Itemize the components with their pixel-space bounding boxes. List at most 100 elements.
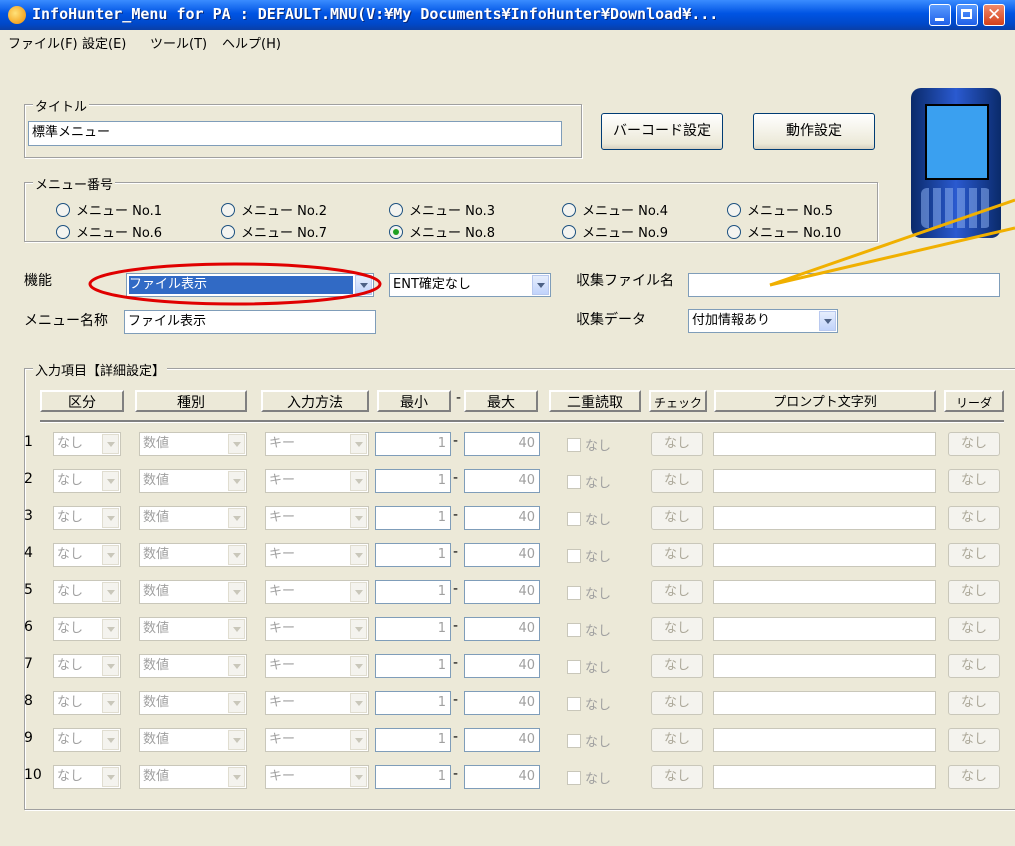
reader-button[interactable]: なし	[948, 617, 1000, 641]
method-select[interactable]: キー	[265, 691, 369, 715]
method-select[interactable]: キー	[265, 654, 369, 678]
radio-menu-8[interactable]: メニュー No.8	[389, 222, 495, 241]
kubun-select[interactable]: なし	[53, 617, 121, 641]
radio-menu-10[interactable]: メニュー No.10	[727, 222, 841, 241]
chevron-down-icon[interactable]	[350, 508, 367, 528]
app-icon[interactable]	[8, 6, 26, 24]
menu-file[interactable]: ファイル(F)	[8, 33, 78, 52]
header-type[interactable]: 種別	[135, 390, 247, 412]
chevron-down-icon[interactable]	[102, 434, 119, 454]
double-read-checkbox[interactable]: なし	[567, 694, 611, 713]
check-button[interactable]: なし	[651, 432, 703, 456]
min-input[interactable]: 1	[375, 432, 451, 456]
prompt-input[interactable]	[713, 765, 936, 789]
type-select[interactable]: 数値	[139, 506, 247, 530]
check-button[interactable]: なし	[651, 691, 703, 715]
max-input[interactable]: 40	[464, 469, 540, 493]
check-button[interactable]: なし	[651, 617, 703, 641]
type-select[interactable]: 数値	[139, 543, 247, 567]
chevron-down-icon[interactable]	[532, 275, 549, 295]
radio-menu-4[interactable]: メニュー No.4	[562, 200, 668, 219]
chevron-down-icon[interactable]	[350, 619, 367, 639]
radio-menu-9[interactable]: メニュー No.9	[562, 222, 668, 241]
reader-button[interactable]: なし	[948, 469, 1000, 493]
reader-button[interactable]: なし	[948, 580, 1000, 604]
chevron-down-icon[interactable]	[350, 767, 367, 787]
radio-menu-7[interactable]: メニュー No.7	[221, 222, 327, 241]
header-kubun[interactable]: 区分	[40, 390, 124, 412]
kubun-select[interactable]: なし	[53, 728, 121, 752]
double-read-checkbox[interactable]: なし	[567, 768, 611, 787]
chevron-down-icon[interactable]	[102, 656, 119, 676]
prompt-input[interactable]	[713, 691, 936, 715]
reader-button[interactable]: なし	[948, 432, 1000, 456]
prompt-input[interactable]	[713, 432, 936, 456]
check-button[interactable]: なし	[651, 654, 703, 678]
max-input[interactable]: 40	[464, 654, 540, 678]
type-select[interactable]: 数値	[139, 654, 247, 678]
type-select[interactable]: 数値	[139, 617, 247, 641]
header-double-read[interactable]: 二重読取	[549, 390, 641, 412]
reader-button[interactable]: なし	[948, 506, 1000, 530]
chevron-down-icon[interactable]	[228, 730, 245, 750]
chevron-down-icon[interactable]	[228, 656, 245, 676]
chevron-down-icon[interactable]	[350, 434, 367, 454]
max-input[interactable]: 40	[464, 580, 540, 604]
menu-help[interactable]: ヘルプ(H)	[222, 33, 281, 52]
type-select[interactable]: 数値	[139, 691, 247, 715]
max-input[interactable]: 40	[464, 506, 540, 530]
reader-button[interactable]: なし	[948, 654, 1000, 678]
kubun-select[interactable]: なし	[53, 543, 121, 567]
method-select[interactable]: キー	[265, 469, 369, 493]
method-select[interactable]: キー	[265, 765, 369, 789]
min-input[interactable]: 1	[375, 469, 451, 493]
min-input[interactable]: 1	[375, 580, 451, 604]
prompt-input[interactable]	[713, 617, 936, 641]
max-input[interactable]: 40	[464, 432, 540, 456]
chevron-down-icon[interactable]	[228, 545, 245, 565]
max-input[interactable]: 40	[464, 765, 540, 789]
double-read-checkbox[interactable]: なし	[567, 731, 611, 750]
double-read-checkbox[interactable]: なし	[567, 435, 611, 454]
chevron-down-icon[interactable]	[228, 508, 245, 528]
prompt-input[interactable]	[713, 580, 936, 604]
double-read-checkbox[interactable]: なし	[567, 509, 611, 528]
maximize-button[interactable]	[956, 4, 978, 26]
type-select[interactable]: 数値	[139, 765, 247, 789]
chevron-down-icon[interactable]	[102, 730, 119, 750]
reader-button[interactable]: なし	[948, 728, 1000, 752]
radio-menu-3[interactable]: メニュー No.3	[389, 200, 495, 219]
method-select[interactable]: キー	[265, 728, 369, 752]
prompt-input[interactable]	[713, 543, 936, 567]
chevron-down-icon[interactable]	[102, 508, 119, 528]
close-button[interactable]: ✕	[983, 4, 1005, 26]
menu-settings[interactable]: 設定(E)	[82, 33, 126, 52]
min-input[interactable]: 1	[375, 543, 451, 567]
double-read-checkbox[interactable]: なし	[567, 620, 611, 639]
chevron-down-icon[interactable]	[228, 693, 245, 713]
prompt-input[interactable]	[713, 506, 936, 530]
minimize-button[interactable]	[929, 4, 951, 26]
chevron-down-icon[interactable]	[228, 471, 245, 491]
double-read-checkbox[interactable]: なし	[567, 546, 611, 565]
double-read-checkbox[interactable]: なし	[567, 472, 611, 491]
kubun-select[interactable]: なし	[53, 654, 121, 678]
min-input[interactable]: 1	[375, 728, 451, 752]
chevron-down-icon[interactable]	[102, 471, 119, 491]
barcode-settings-button[interactable]: バーコード設定	[601, 113, 723, 150]
check-button[interactable]: なし	[651, 543, 703, 567]
header-max[interactable]: 最大	[464, 390, 538, 412]
kubun-select[interactable]: なし	[53, 506, 121, 530]
min-input[interactable]: 1	[375, 506, 451, 530]
chevron-down-icon[interactable]	[102, 767, 119, 787]
menu-tools[interactable]: ツール(T)	[150, 33, 207, 52]
check-button[interactable]: なし	[651, 728, 703, 752]
type-select[interactable]: 数値	[139, 580, 247, 604]
ent-confirm-select[interactable]: ENT確定なし	[389, 273, 551, 297]
method-select[interactable]: キー	[265, 543, 369, 567]
prompt-input[interactable]	[713, 728, 936, 752]
chevron-down-icon[interactable]	[819, 311, 836, 331]
menu-name-input[interactable]: ファイル表示	[124, 310, 376, 334]
header-reader[interactable]: リーダ	[944, 390, 1004, 412]
prompt-input[interactable]	[713, 469, 936, 493]
